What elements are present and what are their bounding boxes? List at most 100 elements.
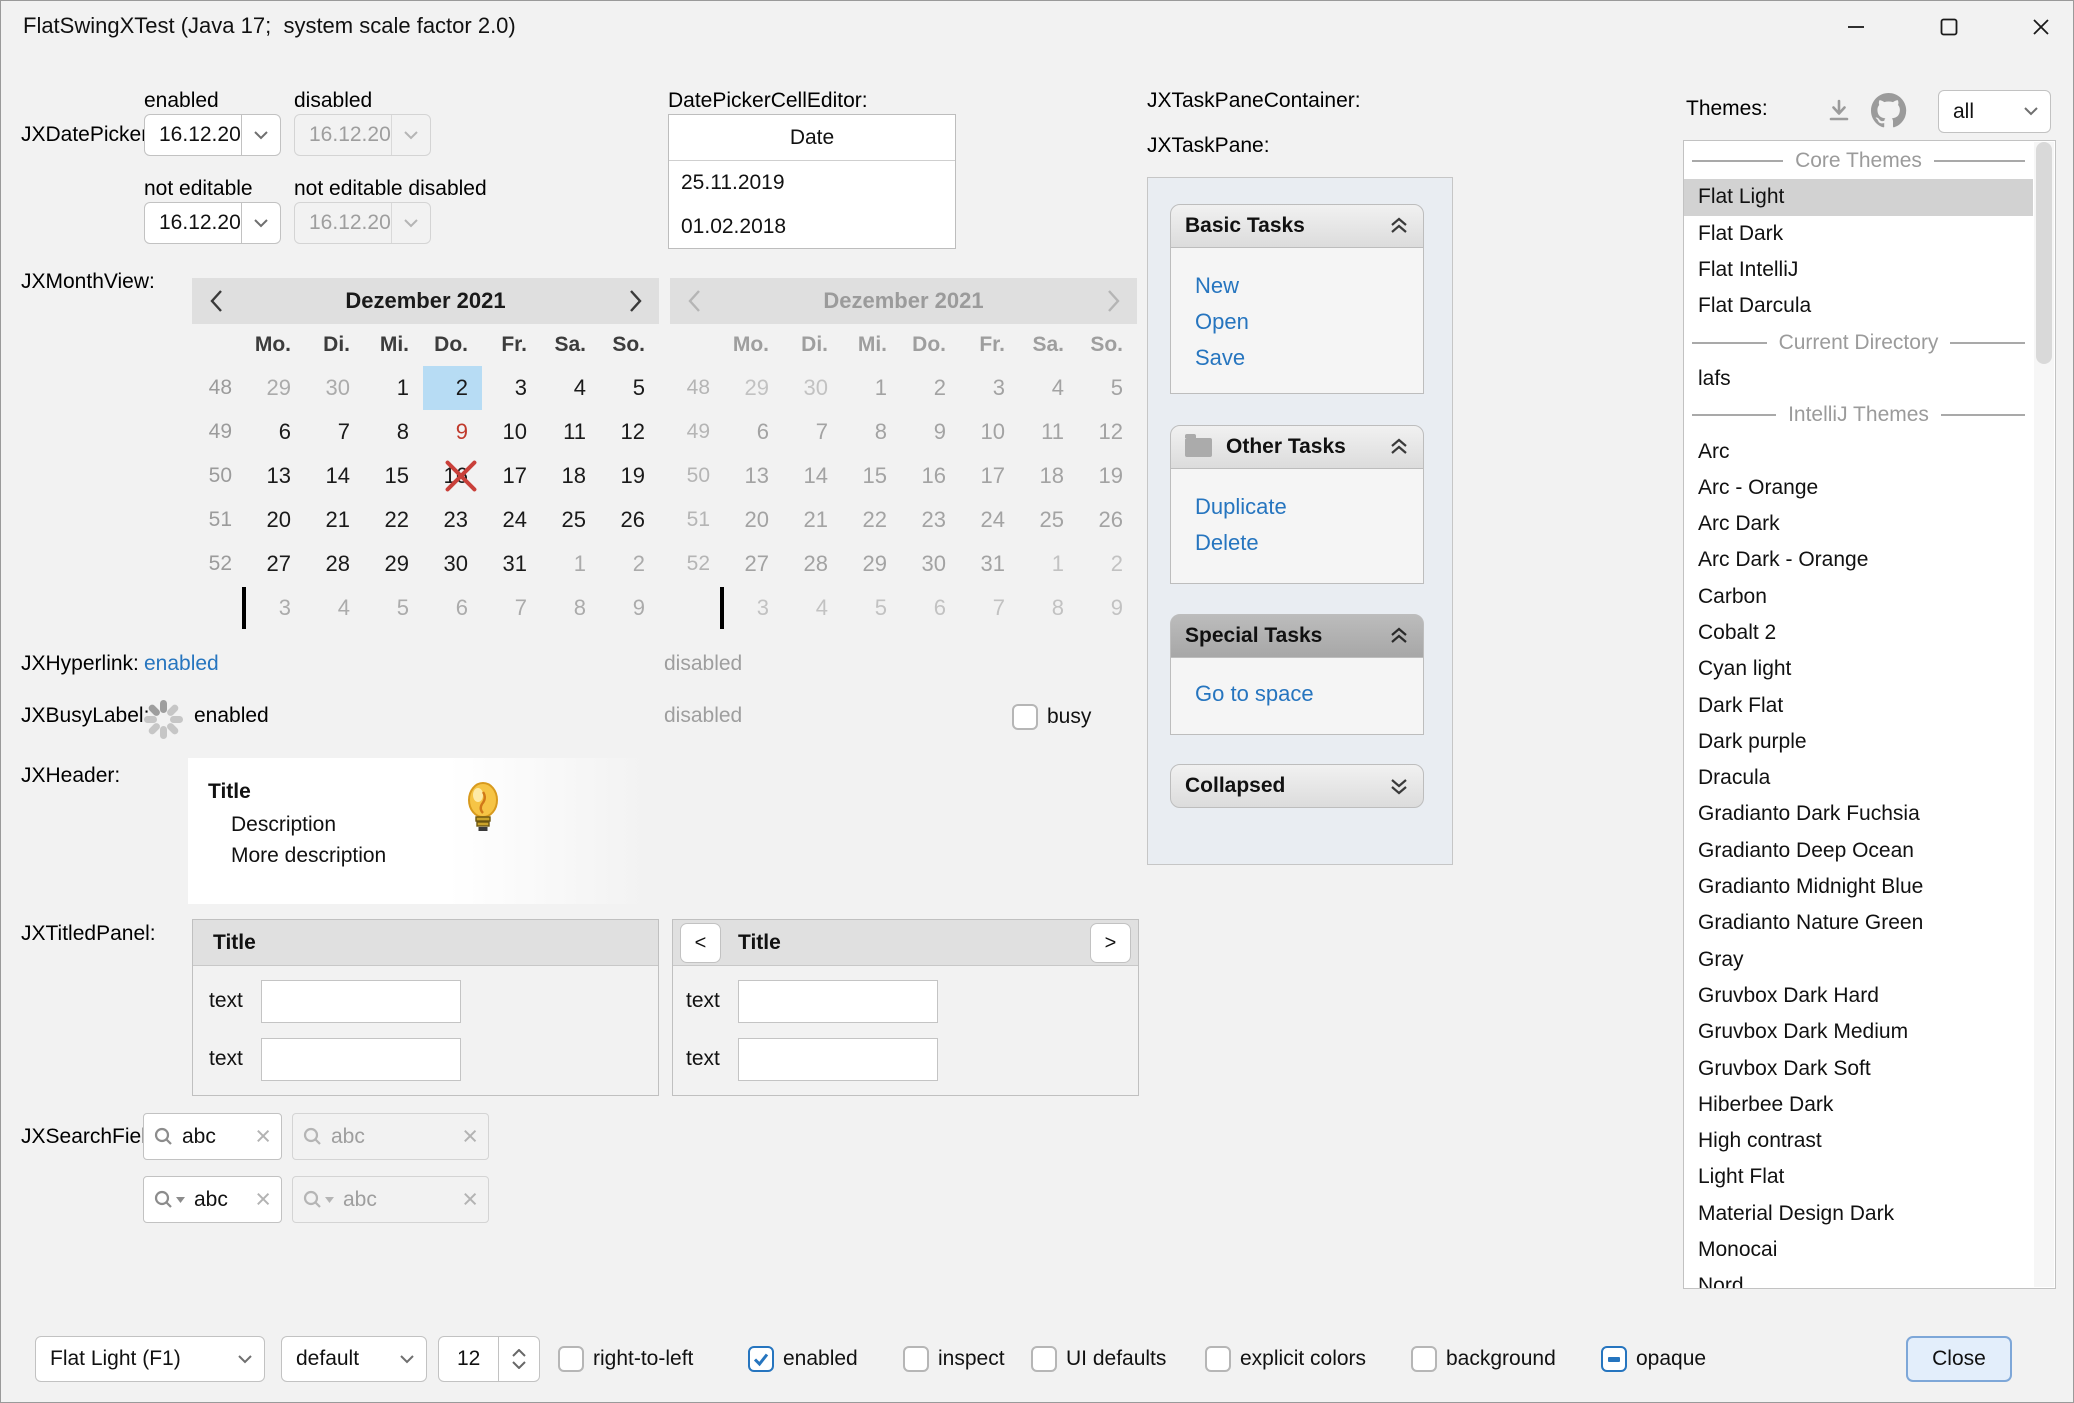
laf-combobox[interactable]: Flat Light (F1): [35, 1336, 265, 1382]
search-input[interactable]: abc: [173, 1125, 255, 1149]
calendar-day[interactable]: 21: [305, 498, 364, 542]
calendar-day[interactable]: 5: [364, 586, 423, 630]
calendar-day[interactable]: 2: [423, 366, 482, 410]
table-row[interactable]: 25.11.2019: [669, 161, 955, 205]
theme-list-item[interactable]: Arc Dark - Orange: [1684, 542, 2033, 578]
checkbox-opaque[interactable]: opaque: [1601, 1336, 1706, 1382]
calendar-day[interactable]: 10: [482, 410, 541, 454]
collapse-icon[interactable]: [1389, 627, 1409, 645]
theme-list-item[interactable]: Gruvbox Dark Medium: [1684, 1014, 2033, 1050]
task-link[interactable]: New: [1195, 268, 1423, 304]
theme-list-item[interactable]: Arc: [1684, 433, 2033, 469]
calendar-day[interactable]: 14: [305, 454, 364, 498]
calendar-day[interactable]: 26: [600, 498, 659, 542]
theme-list-item[interactable]: IntelliJ Themes: [1684, 397, 2033, 433]
theme-list-item[interactable]: Material Design Dark: [1684, 1196, 2033, 1232]
calendar-day[interactable]: 24: [482, 498, 541, 542]
spinner-buttons[interactable]: [498, 1337, 539, 1381]
spinner-value[interactable]: 12: [439, 1337, 498, 1381]
calendar-day[interactable]: 8: [541, 586, 600, 630]
spinner-down-icon[interactable]: [511, 1361, 527, 1369]
calendar-day[interactable]: 48: [192, 366, 246, 410]
calendar-day[interactable]: 6: [423, 586, 482, 630]
spinner-up-icon[interactable]: [511, 1349, 527, 1357]
theme-list-item[interactable]: Current Directory: [1684, 324, 2033, 360]
collapse-icon[interactable]: [1389, 217, 1409, 235]
theme-list-item[interactable]: Gradianto Dark Fuchsia: [1684, 796, 2033, 832]
calendar-day[interactable]: 25: [541, 498, 600, 542]
calendar-day[interactable]: 15: [364, 454, 423, 498]
table-header-date[interactable]: Date: [669, 115, 955, 161]
calendar-day[interactable]: 9: [600, 586, 659, 630]
checkbox-box[interactable]: [1012, 704, 1038, 730]
calendar-day[interactable]: 1: [541, 542, 600, 586]
calendar-day[interactable]: 3: [482, 366, 541, 410]
download-icon[interactable]: [1825, 97, 1853, 125]
theme-list-item[interactable]: Dark Flat: [1684, 687, 2033, 723]
taskpane-header[interactable]: Special Tasks: [1170, 614, 1424, 658]
checkbox-box[interactable]: [748, 1346, 774, 1372]
calendar-day[interactable]: 6: [246, 410, 305, 454]
collapse-icon[interactable]: [1389, 438, 1409, 456]
search-field-enabled[interactable]: abc ×: [143, 1113, 282, 1160]
checkbox-ui-defaults[interactable]: UI defaults: [1031, 1336, 1166, 1382]
calendar-day[interactable]: 7: [482, 586, 541, 630]
calendar-day[interactable]: 27: [246, 542, 305, 586]
calendar-day[interactable]: 50: [192, 454, 246, 498]
calendar-day[interactable]: 31: [482, 542, 541, 586]
calendar-day[interactable]: 52: [192, 542, 246, 586]
theme-list-item[interactable]: Monocai: [1684, 1232, 2033, 1268]
calendar-day[interactable]: 29: [364, 542, 423, 586]
checkbox-box[interactable]: [903, 1346, 929, 1372]
theme-list-item[interactable]: Gray: [1684, 942, 2033, 978]
theme-list-item[interactable]: Cyan light: [1684, 651, 2033, 687]
calendar-day[interactable]: 16: [423, 454, 482, 498]
datepicker-value[interactable]: 16.12.2021: [145, 211, 241, 235]
checkbox-box[interactable]: [1411, 1346, 1437, 1372]
calendar-day[interactable]: 12: [600, 410, 659, 454]
theme-list-item[interactable]: Flat Light: [1684, 179, 2033, 215]
scrollbar-track[interactable]: [2034, 142, 2054, 1287]
calendar-day[interactable]: 51: [192, 498, 246, 542]
theme-list-item[interactable]: Dark purple: [1684, 724, 2033, 760]
theme-list-item[interactable]: Gradianto Deep Ocean: [1684, 833, 2033, 869]
calendar-day[interactable]: 3: [246, 586, 305, 630]
theme-list-item[interactable]: Flat Dark: [1684, 216, 2033, 252]
theme-list-item[interactable]: Arc - Orange: [1684, 470, 2033, 506]
taskpane-header[interactable]: Collapsed: [1170, 764, 1424, 808]
task-link[interactable]: Open: [1195, 304, 1423, 340]
chevron-down-icon[interactable]: [242, 219, 280, 228]
calendar-day[interactable]: 19: [600, 454, 659, 498]
busy-checkbox[interactable]: busy: [1012, 694, 1091, 740]
calendar-day[interactable]: 5: [600, 366, 659, 410]
search-field-dropdown-enabled[interactable]: abc ×: [143, 1176, 282, 1223]
calendar-day[interactable]: 17: [482, 454, 541, 498]
taskpane-header[interactable]: Other Tasks: [1170, 425, 1424, 469]
titled-panel-prev-button[interactable]: <: [680, 923, 721, 963]
checkbox-right-to-left[interactable]: right-to-left: [558, 1336, 693, 1382]
calendar-day[interactable]: 11: [541, 410, 600, 454]
table-row[interactable]: 01.02.2018: [669, 205, 955, 249]
theme-list-item[interactable]: lafs: [1684, 361, 2033, 397]
taskpane-header[interactable]: Basic Tasks: [1170, 204, 1424, 248]
calendar-day[interactable]: 2: [600, 542, 659, 586]
minimize-button[interactable]: [1824, 3, 1888, 51]
calendar-day[interactable]: 1: [364, 366, 423, 410]
calendar-day[interactable]: 13: [246, 454, 305, 498]
checkbox-enabled[interactable]: enabled: [748, 1336, 858, 1382]
datepicker-value[interactable]: 16.12.2021: [145, 123, 241, 147]
theme-list-item[interactable]: Gradianto Midnight Blue: [1684, 869, 2033, 905]
datepicker-not-editable[interactable]: 16.12.2021: [144, 202, 281, 244]
clear-icon[interactable]: ×: [255, 1123, 271, 1150]
text-input[interactable]: [738, 980, 938, 1023]
theme-list-item[interactable]: Gruvbox Dark Soft: [1684, 1050, 2033, 1086]
checkbox-box[interactable]: [558, 1346, 584, 1372]
checkbox-inspect[interactable]: inspect: [903, 1336, 1005, 1382]
checkbox-background[interactable]: background: [1411, 1336, 1556, 1382]
close-button[interactable]: Close: [1906, 1336, 2012, 1382]
theme-list-item[interactable]: Gruvbox Dark Hard: [1684, 978, 2033, 1014]
task-link[interactable]: Duplicate: [1195, 489, 1423, 525]
theme-list-item[interactable]: Flat IntelliJ: [1684, 252, 2033, 288]
theme-list-item[interactable]: Flat Darcula: [1684, 288, 2033, 324]
theme-list-item[interactable]: Dracula: [1684, 760, 2033, 796]
